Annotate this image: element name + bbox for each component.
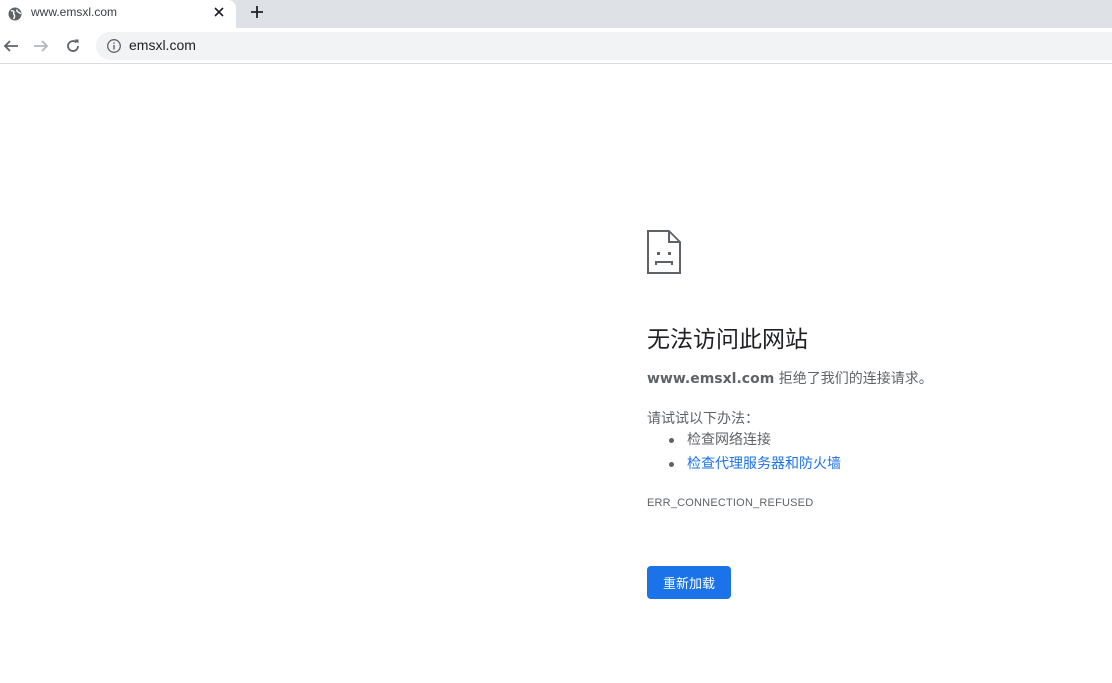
address-bar[interactable]: emsxl.com xyxy=(96,32,1112,60)
arrow-left-icon xyxy=(3,40,18,52)
url-text[interactable]: emsxl.com xyxy=(129,37,196,53)
suggestions-heading: 请试试以下办法： xyxy=(647,411,759,427)
close-icon[interactable] xyxy=(210,3,228,21)
suggestion-check-proxy-link[interactable]: 检查代理服务器和防火墙 xyxy=(669,454,841,478)
tab-title: www.emsxl.com xyxy=(31,5,118,19)
reload-page-button[interactable]: 重新加载 xyxy=(647,566,731,599)
new-tab-button[interactable] xyxy=(246,1,268,23)
sad-page-icon xyxy=(647,230,681,274)
reload-button[interactable] xyxy=(62,35,84,57)
error-title: 无法访问此网站 xyxy=(647,327,808,353)
suggestion-check-network: 检查网络连接 xyxy=(669,430,841,454)
refresh-icon xyxy=(67,39,79,52)
toolbar: emsxl.com xyxy=(0,28,1112,64)
error-host: www.emsxl.com xyxy=(647,371,775,387)
error-summary-text: 拒绝了我们的连接请求。 xyxy=(774,371,933,387)
back-button[interactable] xyxy=(0,35,22,57)
error-code: ERR_CONNECTION_REFUSED xyxy=(647,497,814,509)
plus-icon xyxy=(251,6,263,18)
forward-button[interactable] xyxy=(30,35,52,57)
globe-icon xyxy=(8,6,22,21)
error-summary: www.emsxl.com 拒绝了我们的连接请求。 xyxy=(647,368,933,388)
arrow-right-icon xyxy=(34,40,49,52)
tab-strip: www.emsxl.com xyxy=(0,0,1112,28)
suggestions-list: 检查网络连接 检查代理服务器和防火墙 xyxy=(669,430,841,478)
tab-active[interactable]: www.emsxl.com xyxy=(0,0,236,28)
info-icon[interactable] xyxy=(106,38,122,54)
